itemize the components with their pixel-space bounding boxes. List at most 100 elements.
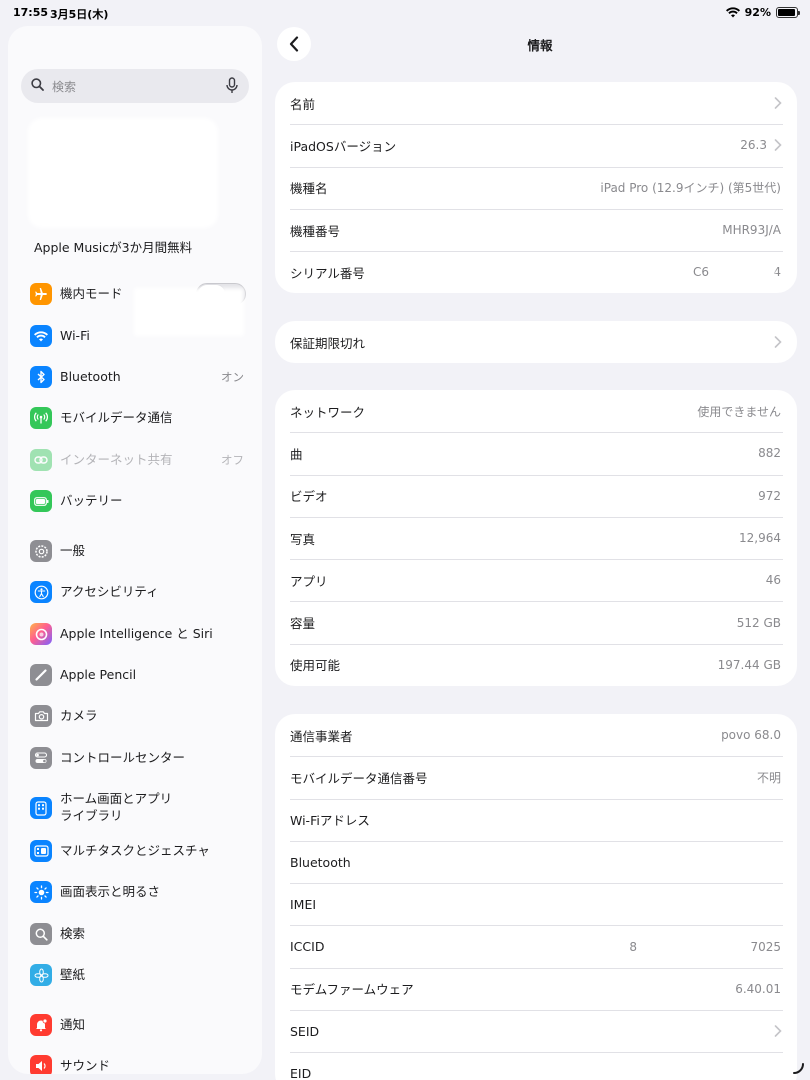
row-eid: EID (275, 1052, 797, 1080)
row-ipados-version[interactable]: iPadOSバージョン 26.3 (275, 124, 797, 166)
row-value: 972 (758, 488, 781, 503)
row-wifi-address: Wi-Fiアドレス (275, 798, 797, 841)
scroll-indicator[interactable] (792, 1062, 806, 1076)
row-value: 使用できません (697, 404, 781, 419)
sidebar-item-control-center[interactable]: コントロールセンター (30, 743, 248, 773)
row-key: 機種番号 (290, 223, 341, 239)
link-icon (30, 449, 52, 471)
multitask-icon (30, 840, 52, 862)
chevron-right-icon (774, 336, 782, 348)
sidebar-item-cellular[interactable]: モバイルデータ通信 (30, 403, 248, 433)
sidebar-item-wallpaper[interactable]: 壁紙 (30, 960, 248, 990)
sidebar-item-multitasking[interactable]: マルチタスクとジェスチャ (30, 836, 248, 866)
row-serial-number: シリアル番号 C6 4 (275, 251, 797, 293)
apple-music-promo[interactable]: Apple Musicが3か月間無料 (34, 237, 192, 256)
sidebar-item-notifications[interactable]: 通知 (30, 1010, 248, 1040)
sidebar-item-siri[interactable]: Apple Intelligence と Siri (30, 619, 248, 649)
sidebar-item-label: アクセシビリティ (60, 583, 159, 599)
row-model-number[interactable]: 機種番号 MHR93J/A (275, 208, 797, 251)
row-network: ネットワーク 使用できません (275, 390, 797, 432)
sidebar-item-label: コントロールセンター (60, 749, 186, 765)
status-date: 3月5日(木) (50, 8, 109, 21)
row-key: アプリ (290, 573, 328, 589)
search-field[interactable]: 検索 (21, 69, 249, 103)
sidebar-item-label-line1: ホーム画面とアプリ (60, 791, 173, 807)
row-value: 6.40.01 (735, 981, 781, 996)
row-apps: アプリ 46 (275, 559, 797, 601)
pencil-icon (30, 664, 52, 686)
search-icon (30, 923, 52, 945)
row-key: 容量 (290, 616, 316, 632)
row-key: Bluetooth (290, 854, 351, 870)
sidebar-item-accessibility[interactable]: アクセシビリティ (30, 577, 248, 607)
sidebar-item-general[interactable]: 一般 (30, 536, 248, 566)
sidebar-item-label: Wi-Fi (60, 327, 90, 343)
row-seid[interactable]: SEID (275, 1010, 797, 1052)
wifi-network-redacted (134, 288, 244, 336)
row-value: 197.44 GB (717, 657, 781, 672)
status-right: 92% (725, 6, 800, 19)
row-key: シリアル番号 (290, 265, 365, 281)
row-value: 882 (758, 446, 781, 461)
row-bluetooth-address: Bluetooth (275, 840, 797, 883)
sidebar-item-search[interactable]: 検索 (30, 919, 248, 949)
about-group-media: ネットワーク 使用できません 曲 882 ビデオ 972 写真 12,964 ア… (275, 390, 797, 687)
status-time: 17:55 (13, 6, 49, 19)
row-key: モデムファームウェア (290, 982, 414, 998)
sidebar-item-label: モバイルデータ通信 (60, 409, 173, 425)
row-key: 使用可能 (290, 658, 341, 674)
row-key: SEID (290, 1023, 320, 1039)
row-value: 512 GB (736, 615, 781, 630)
speaker-icon (30, 1055, 52, 1074)
flower-icon (30, 964, 52, 986)
chevron-right-icon (774, 139, 782, 152)
sidebar-item-home-screen[interactable]: ホーム画面とアプリ ライブラリ (30, 786, 248, 830)
sidebar-item-camera[interactable]: カメラ (30, 701, 248, 731)
gear-icon (30, 540, 52, 562)
sidebar-item-label: Apple Pencil (60, 666, 137, 682)
row-warranty[interactable]: 保証期限切れ (275, 321, 797, 363)
row-key: ビデオ (290, 489, 328, 505)
row-key: 曲 (290, 446, 303, 462)
row-available: 使用可能 197.44 GB (275, 643, 797, 686)
row-key: 写真 (290, 531, 316, 547)
airplane-icon (30, 283, 52, 305)
sidebar-item-label: Apple Intelligence と Siri (60, 625, 213, 641)
home-screen-icon (30, 797, 52, 819)
row-key: 通信事業者 (290, 728, 353, 744)
row-key: iPadOSバージョン (290, 138, 397, 154)
bluetooth-icon (30, 366, 52, 388)
sidebar-item-bluetooth[interactable]: Bluetooth オン (30, 362, 248, 392)
sidebar-item-display[interactable]: 画面表示と明るさ (30, 877, 248, 907)
row-model-name: 機種名 iPad Pro (12.9インチ) (第5世代) (275, 166, 797, 209)
row-key: 名前 (290, 96, 316, 112)
about-group-network: 通信事業者 povo 68.0 モバイルデータ通信番号 不明 Wi-Fiアドレス… (275, 714, 797, 1080)
apple-account-card[interactable] (28, 118, 218, 228)
row-value: povo 68.0 (721, 728, 781, 743)
sidebar-item-label: 一般 (60, 542, 86, 558)
sun-icon (30, 881, 52, 903)
row-name[interactable]: 名前 (275, 82, 797, 124)
row-key: IMEI (290, 896, 317, 912)
sidebar-item-label: マルチタスクとジェスチャ (60, 842, 210, 858)
sidebar-item-battery[interactable]: バッテリー (30, 486, 248, 516)
back-button[interactable] (277, 27, 311, 61)
row-key: 保証期限切れ (290, 335, 366, 351)
search-placeholder: 検索 (52, 80, 77, 94)
chevron-left-icon (289, 36, 299, 52)
battery-icon (776, 7, 800, 18)
status-bar: 17:55 3月5日(木) 92% (0, 0, 810, 26)
microphone-icon[interactable] (225, 77, 239, 94)
row-key: ICCID (290, 939, 325, 955)
sidebar-item-label: 通知 (60, 1016, 86, 1032)
row-key: Wi-Fiアドレス (290, 813, 370, 829)
battery-percent: 92% (744, 6, 771, 19)
sidebar-item-apple-pencil[interactable]: Apple Pencil (30, 660, 248, 690)
sidebar-item-label: 画面表示と明るさ (60, 883, 161, 899)
sidebar-item-sounds[interactable]: サウンド (30, 1051, 248, 1074)
row-value: 26.3 (740, 138, 767, 153)
row-carrier[interactable]: 通信事業者 povo 68.0 (275, 714, 797, 756)
sidebar-item-value: オン (221, 370, 244, 384)
sidebar-item-hotspot[interactable]: インターネット共有 オフ (30, 445, 248, 475)
row-value: iPad Pro (12.9インチ) (第5世代) (600, 181, 781, 196)
